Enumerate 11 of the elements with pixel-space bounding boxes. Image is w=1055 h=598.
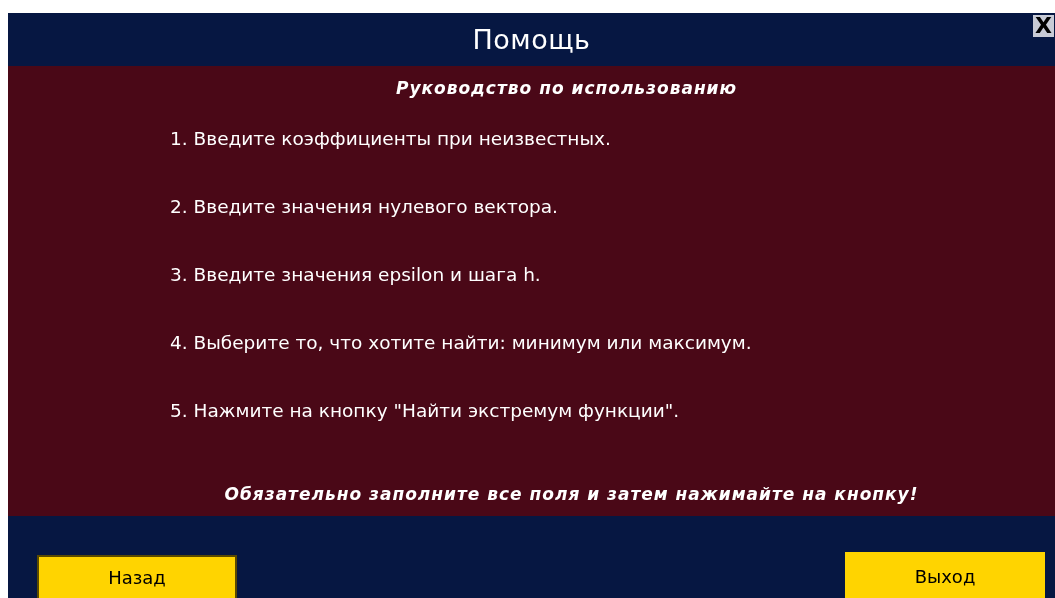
exit-button[interactable]: Выход <box>845 552 1045 598</box>
instruction-step: 5. Нажмите на кнопку "Найти экстремум функции". <box>170 400 1055 421</box>
instruction-step: 3. Введите значения epsilon и шага h. <box>170 264 1055 285</box>
guide-heading: Руководство по использованию <box>395 78 738 98</box>
back-button[interactable]: Назад <box>37 555 237 598</box>
close-button[interactable]: X <box>1033 15 1054 37</box>
instruction-step: 4. Выберите то, что хотите найти: минимум или максимум. <box>170 332 1055 353</box>
instruction-step: 2. Введите значения нулевого вектора. <box>170 196 1055 217</box>
instruction-step: 1. Введите коэффициенты при неизвестных. <box>170 128 1055 149</box>
warning-text: Обязательно заполните все поля и затем нажимайте на кнопку! <box>224 484 919 504</box>
window-title: Помощь <box>472 24 591 55</box>
